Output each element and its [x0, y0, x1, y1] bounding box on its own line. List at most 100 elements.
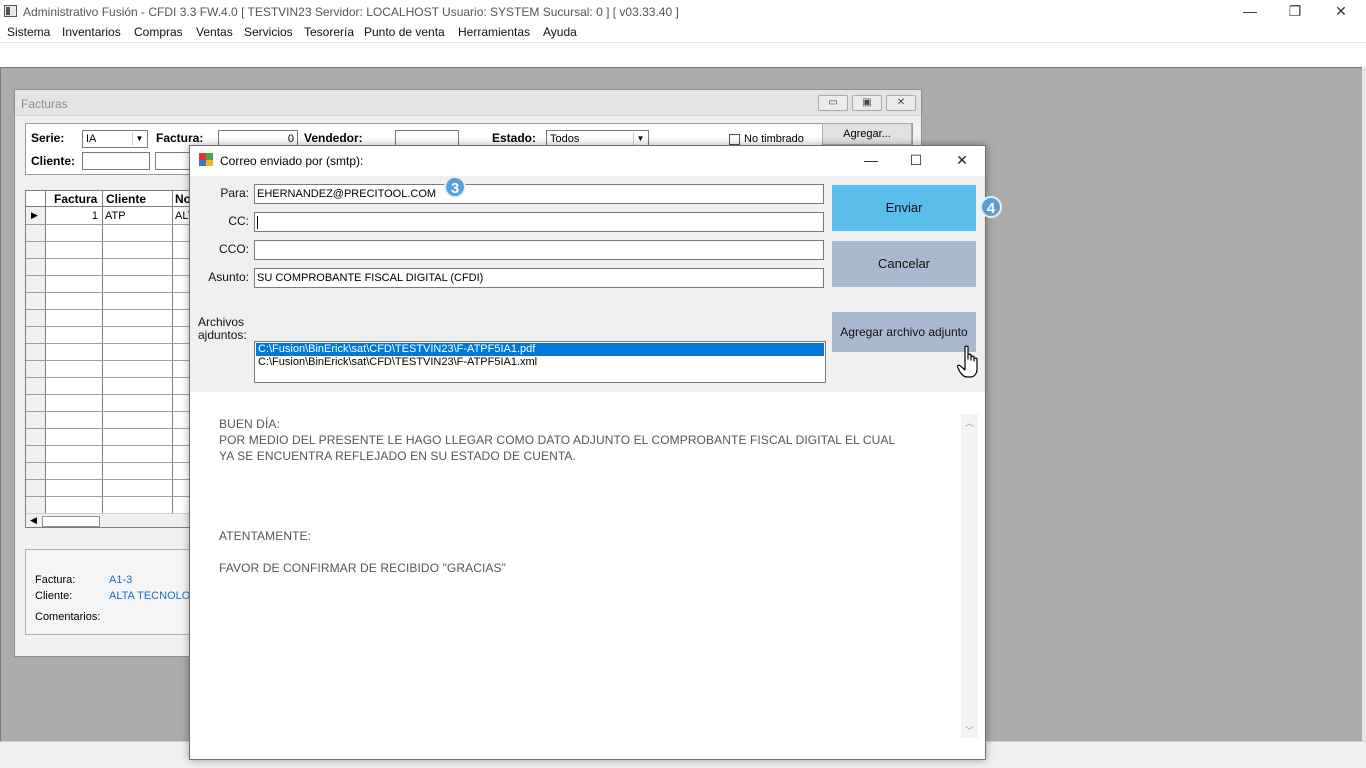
grid-divider: [102, 191, 103, 513]
column-header-cliente[interactable]: Cliente: [106, 192, 146, 206]
dialog-title: Correo enviado por (smtp):: [220, 154, 364, 168]
grid-rowline: [26, 411, 190, 412]
app-title: Administrativo Fusión - CFDI 3.3 FW.4.0 …: [23, 5, 679, 19]
list-item[interactable]: C:\Fusion\BinErick\sat\CFD\TESTVIN23\F-A…: [256, 343, 824, 356]
cco-label: CCO:: [219, 242, 249, 256]
message-line: FAVOR DE CONFIRMAR DE RECIBIDO "GRACIAS": [219, 561, 506, 575]
factura-label: Factura:: [156, 131, 204, 145]
no-timbrado-checkbox[interactable]: [729, 134, 740, 145]
grid-rowline: [26, 462, 190, 463]
serie-value: IA: [86, 133, 97, 145]
facturas-titlebar: Facturas ▭ ▣ ✕: [15, 90, 921, 116]
grid-rowline: [26, 377, 190, 378]
info-comentarios-label: Comentarios:: [35, 611, 101, 623]
archivos-label-line2: ajduntos:: [198, 328, 247, 342]
row-factura: 1: [91, 210, 98, 222]
grid-rowline: [26, 479, 190, 480]
dialog-minimize-button[interactable]: —: [851, 149, 891, 173]
scroll-down-icon[interactable]: ﹀: [961, 724, 978, 737]
info-cliente-value: ALTA TECNOLOG: [109, 590, 199, 602]
grid-rowline: [26, 224, 190, 225]
dialog-close-button[interactable]: ✕: [942, 149, 982, 173]
grid-header: Factura Cliente Nor: [26, 191, 190, 207]
facturas-restore-button[interactable]: ▣: [852, 95, 882, 111]
chevron-down-icon: ▼: [132, 132, 146, 146]
agregar-adjunto-button[interactable]: Agregar archivo adjunto: [832, 312, 976, 352]
scroll-left-icon[interactable]: ◀: [30, 515, 37, 526]
message-vscrollbar[interactable]: ︿ ﹀: [961, 414, 978, 738]
factura-info-panel: Factura: A1-3 Cliente: ALTA TECNOLOG Com…: [25, 549, 199, 635]
message-line: POR MEDIO DEL PRESENTE LE HAGO LLEGAR CO…: [219, 433, 896, 447]
scroll-thumb[interactable]: [42, 516, 100, 527]
facturas-grid: Factura Cliente Nor ▶ 1 ATP ALT: [25, 190, 191, 528]
menu-servicios[interactable]: Servicios: [244, 25, 293, 39]
grid-rowline: [26, 309, 190, 310]
message-line: ATENTAMENTE:: [219, 529, 312, 543]
menu-bar: Sistema Inventarios Compras Ventas Servi…: [0, 24, 1366, 42]
facturas-close-button[interactable]: ✕: [886, 95, 916, 111]
menu-compras[interactable]: Compras: [134, 25, 183, 39]
menu-punto-de-venta[interactable]: Punto de venta: [364, 25, 445, 39]
info-factura-label: Factura:: [35, 574, 76, 586]
app-titlebar: Administrativo Fusión - CFDI 3.3 FW.4.0 …: [0, 0, 1366, 24]
list-item[interactable]: C:\Fusion\BinErick\sat\CFD\TESTVIN23\F-A…: [256, 356, 824, 369]
agregar-button[interactable]: Agregar...: [822, 123, 912, 145]
grid-rowline: [26, 428, 190, 429]
close-button[interactable]: ✕: [1318, 0, 1364, 24]
current-row-icon: ▶: [31, 210, 38, 220]
cco-input[interactable]: [254, 240, 824, 260]
menu-divider: [0, 42, 1366, 43]
mdi-scrollbar[interactable]: [1362, 67, 1366, 741]
facturas-minimize-button[interactable]: ▭: [818, 95, 848, 111]
serie-combo[interactable]: IA ▼: [82, 130, 148, 148]
estado-value: Todos: [550, 133, 580, 145]
row-cliente: ATP: [105, 210, 126, 222]
app-icon: [4, 5, 17, 17]
para-input[interactable]: EHERNANDEZ@PRECITOOL.COM: [254, 184, 824, 204]
dialog-titlebar: Correo enviado por (smtp): — ☐ ✕: [190, 146, 985, 176]
cancelar-button[interactable]: Cancelar: [832, 241, 976, 287]
grid-rowline: [26, 258, 190, 259]
menu-ayuda[interactable]: Ayuda: [543, 25, 577, 39]
cliente-input[interactable]: [82, 152, 150, 170]
menu-inventarios[interactable]: Inventarios: [62, 25, 121, 39]
grid-rowline: [26, 326, 190, 327]
attachments-list[interactable]: C:\Fusion\BinErick\sat\CFD\TESTVIN23\F-A…: [254, 341, 826, 383]
serie-label: Serie:: [31, 131, 65, 145]
info-factura-value: A1-3: [109, 574, 133, 586]
grid-hscrollbar[interactable]: ◀: [26, 513, 190, 527]
menu-sistema[interactable]: Sistema: [7, 25, 50, 39]
menu-herramientas[interactable]: Herramientas: [458, 25, 530, 39]
app-window-icon: [199, 153, 213, 166]
dialog-form-panel: Para: EHERNANDEZ@PRECITOOL.COM CC: CCO: …: [190, 176, 985, 392]
grid-rowline: [26, 241, 190, 242]
scroll-up-icon[interactable]: ︿: [961, 416, 978, 429]
cc-input[interactable]: [254, 212, 824, 232]
column-header-factura[interactable]: Factura: [54, 192, 97, 206]
email-dialog: Correo enviado por (smtp): — ☐ ✕ Para: E…: [189, 145, 986, 760]
minimize-button[interactable]: —: [1227, 0, 1273, 24]
asunto-input[interactable]: SU COMPROBANTE FISCAL DIGITAL (CFDI): [254, 268, 824, 288]
step-badge-3: 3: [444, 176, 466, 198]
grid-rowline: [26, 445, 190, 446]
para-label: Para:: [220, 186, 249, 200]
dialog-maximize-button[interactable]: ☐: [896, 149, 936, 173]
text-caret: [257, 216, 258, 229]
menu-ventas[interactable]: Ventas: [196, 25, 233, 39]
grid-rowline: [26, 343, 190, 344]
message-body[interactable]: BUEN DÍA: POR MEDIO DEL PRESENTE LE HAGO…: [190, 392, 985, 759]
no-timbrado-label: No timbrado: [744, 133, 804, 145]
chevron-down-icon: ▼: [633, 132, 647, 146]
grid-rowline: [26, 292, 190, 293]
grid-rowline: [26, 360, 190, 361]
menu-tesoreria[interactable]: Tesorería: [304, 25, 354, 39]
grid-divider: [172, 191, 173, 513]
restore-button[interactable]: ❐: [1272, 0, 1318, 24]
hand-cursor-icon: [957, 345, 978, 378]
message-line: YA SE ENCUENTRA REFLEJADO EN SU ESTADO D…: [219, 449, 576, 463]
enviar-button[interactable]: Enviar: [832, 185, 976, 231]
archivos-label-line1: Archivos: [198, 315, 245, 329]
grid-rowline: [26, 496, 190, 497]
cc-label: CC:: [228, 214, 249, 228]
vendedor-label: Vendedor:: [304, 131, 363, 145]
